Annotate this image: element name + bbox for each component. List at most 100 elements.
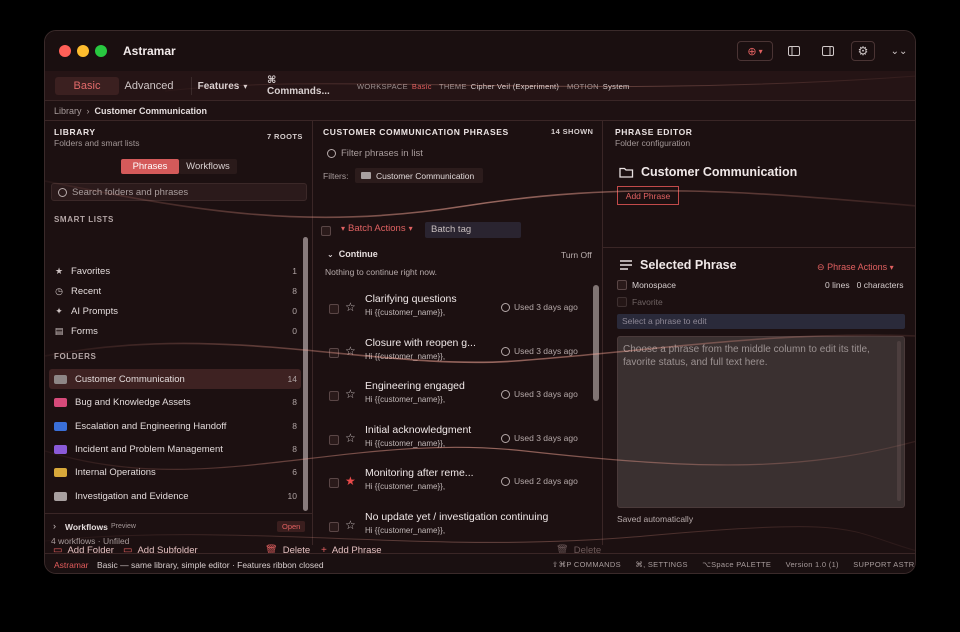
- editor-title: PHRASE EDITOR: [615, 127, 693, 137]
- settings-button[interactable]: ⚙: [851, 41, 875, 61]
- folder-icon: [54, 421, 67, 431]
- phrase-title-input[interactable]: Select a phrase to edit: [617, 314, 905, 329]
- favorite-toggle[interactable]: Favorite: [617, 297, 663, 307]
- smart-list-ai-prompts[interactable]: ✦ AI Prompts 0: [49, 301, 301, 321]
- phrase-row[interactable]: ☆ Closure with reopen g... Hi {{customer…: [313, 333, 599, 376]
- features-label: Features: [197, 80, 240, 92]
- close-window-button[interactable]: [59, 45, 71, 57]
- filter-phrases-input[interactable]: Filter phrases in list: [319, 145, 597, 163]
- toggle-sidebar-button[interactable]: [783, 41, 805, 61]
- settings-shortcut[interactable]: ⌘, SETTINGS: [635, 560, 687, 569]
- phrase-actions-menu[interactable]: ⊖ Phrase Actions ▾: [817, 262, 894, 273]
- mode-basic-tab[interactable]: Basic: [55, 77, 119, 95]
- select-all-checkbox[interactable]: [321, 226, 331, 236]
- phrase-row[interactable]: ☆ No update yet / investigation continui…: [313, 507, 599, 550]
- clock-icon: [501, 302, 510, 312]
- phrase-used-text: Used 2 days ago: [514, 476, 578, 486]
- add-phrase-button[interactable]: Add Phrase: [617, 186, 679, 205]
- phrase-body-textarea[interactable]: Choose a phrase from the middle column t…: [617, 336, 905, 508]
- folder-incident[interactable]: Incident and Problem Management 8: [49, 439, 301, 459]
- folder-internal-ops[interactable]: Internal Operations 6: [49, 462, 301, 482]
- phrase-checkbox[interactable]: [329, 348, 339, 358]
- zoom-window-button[interactable]: [95, 45, 107, 57]
- library-scrollbar[interactable]: [303, 237, 308, 511]
- folder-bug-knowledge[interactable]: Bug and Knowledge Assets 8: [49, 392, 301, 412]
- turn-off-button[interactable]: Turn Off: [561, 250, 592, 260]
- phrase-row[interactable]: ☆ Clarifying questions Hi {{customer_nam…: [313, 289, 599, 332]
- batch-actions-menu[interactable]: ▾ Batch Actions ▾: [341, 223, 413, 234]
- monospace-checkbox[interactable]: [617, 280, 627, 290]
- favorite-checkbox[interactable]: [617, 297, 627, 307]
- workflows-preview-badge: Preview: [111, 523, 136, 530]
- star-icon[interactable]: ☆: [345, 300, 356, 314]
- clock-icon: [501, 346, 510, 356]
- phrases-scrollbar[interactable]: [593, 285, 599, 401]
- star-icon[interactable]: ☆: [345, 344, 356, 358]
- folder-label: Investigation and Evidence: [75, 490, 189, 502]
- library-search-input[interactable]: Search folders and phrases: [51, 183, 307, 201]
- star-icon[interactable]: ☆: [345, 387, 356, 401]
- folder-count: 8: [292, 421, 297, 431]
- commands-shortcut[interactable]: ⇧⌘P COMMANDS: [552, 560, 621, 569]
- phrase-row[interactable]: ☆ Engineering engaged Hi {{customer_name…: [313, 376, 599, 419]
- phrase-used-text: Used 3 days ago: [514, 346, 578, 356]
- favorite-label: Favorite: [632, 297, 663, 307]
- workflows-section[interactable]: › Workflows Preview Open 4 workflows · U…: [45, 513, 313, 546]
- palette-shortcut[interactable]: ⌥Space PALETTE: [702, 560, 771, 569]
- monospace-label: Monospace: [632, 280, 676, 290]
- commands-button[interactable]: ⌘ Commands...: [267, 75, 341, 97]
- workflows-open-button[interactable]: Open: [277, 521, 306, 532]
- smart-list-recent[interactable]: ◷ Recent 8: [49, 281, 301, 301]
- smart-list-favorites[interactable]: ★ Favorites 1: [49, 261, 301, 281]
- smart-list-count: 1: [292, 266, 297, 276]
- star-filled-icon[interactable]: ★: [345, 474, 356, 488]
- phrase-usage: Used 3 days ago: [501, 346, 578, 356]
- more-menu-button[interactable]: ⌄⌄: [887, 41, 911, 61]
- folder-escalation[interactable]: Escalation and Engineering Handoff 8: [49, 416, 301, 436]
- status-brand: Astramar: [54, 559, 89, 570]
- features-menu-button[interactable]: Features ▾: [191, 77, 253, 95]
- phrase-checkbox[interactable]: [329, 391, 339, 401]
- record-menu-button[interactable]: ⊕ ▾: [737, 41, 773, 61]
- support-link[interactable]: SUPPORT ASTRAMAR: [853, 560, 915, 569]
- continue-section-header[interactable]: ⌄ Continue: [327, 249, 378, 259]
- phrase-used-text: Used 3 days ago: [514, 302, 578, 312]
- folder-customer-communication[interactable]: Customer Communication 14: [49, 369, 301, 389]
- folder-icon: [54, 444, 67, 454]
- minimize-window-button[interactable]: [77, 45, 89, 57]
- folder-label: Escalation and Engineering Handoff: [75, 420, 227, 432]
- smart-list-label: Forms: [71, 325, 98, 337]
- batch-actions-label: Batch Actions: [348, 223, 406, 234]
- batch-tag-input[interactable]: Batch tag: [425, 222, 521, 238]
- character-count: 0 characters: [856, 280, 904, 290]
- monospace-toggle[interactable]: Monospace: [617, 280, 676, 290]
- clock-icon: ◷: [55, 285, 63, 296]
- star-icon[interactable]: ☆: [345, 431, 356, 445]
- star-icon[interactable]: ☆: [345, 518, 356, 532]
- breadcrumb-root[interactable]: Library: [54, 106, 82, 116]
- phrase-row[interactable]: ☆ Initial acknowledgment Hi {{customer_n…: [313, 420, 599, 463]
- editor-scrollbar[interactable]: [897, 341, 901, 501]
- folder-icon: [54, 397, 67, 407]
- phrase-checkbox[interactable]: [329, 435, 339, 445]
- phrases-toggle[interactable]: Phrases: [121, 159, 179, 174]
- phrase-checkbox[interactable]: [329, 522, 339, 532]
- workflows-toggle[interactable]: Workflows: [179, 159, 237, 174]
- star-icon: ★: [54, 265, 64, 276]
- folder-filter-chip[interactable]: Customer Communication: [355, 168, 483, 183]
- phrase-used-text: Used 3 days ago: [514, 389, 578, 399]
- filter-placeholder: Filter phrases in list: [341, 148, 423, 159]
- folder-investigation[interactable]: Investigation and Evidence 10: [49, 486, 301, 506]
- smart-list-forms[interactable]: ▤ Forms 0: [49, 321, 301, 341]
- phrase-checkbox[interactable]: [329, 304, 339, 314]
- chevron-down-icon: ▾: [408, 224, 413, 233]
- mode-advanced-tab[interactable]: Advanced: [121, 77, 177, 95]
- phrase-row[interactable]: ★ Monitoring after reme... Hi {{customer…: [313, 463, 599, 506]
- continue-empty-text: Nothing to continue right now.: [325, 267, 437, 277]
- phrase-checkbox[interactable]: [329, 478, 339, 488]
- library-panel: LIBRARY Folders and smart lists 7 ROOTS …: [45, 121, 313, 546]
- clock-icon: [501, 389, 510, 399]
- chevron-down-icon: ▾: [243, 81, 248, 91]
- folder-icon: [54, 491, 67, 501]
- toggle-inspector-button[interactable]: [817, 41, 839, 61]
